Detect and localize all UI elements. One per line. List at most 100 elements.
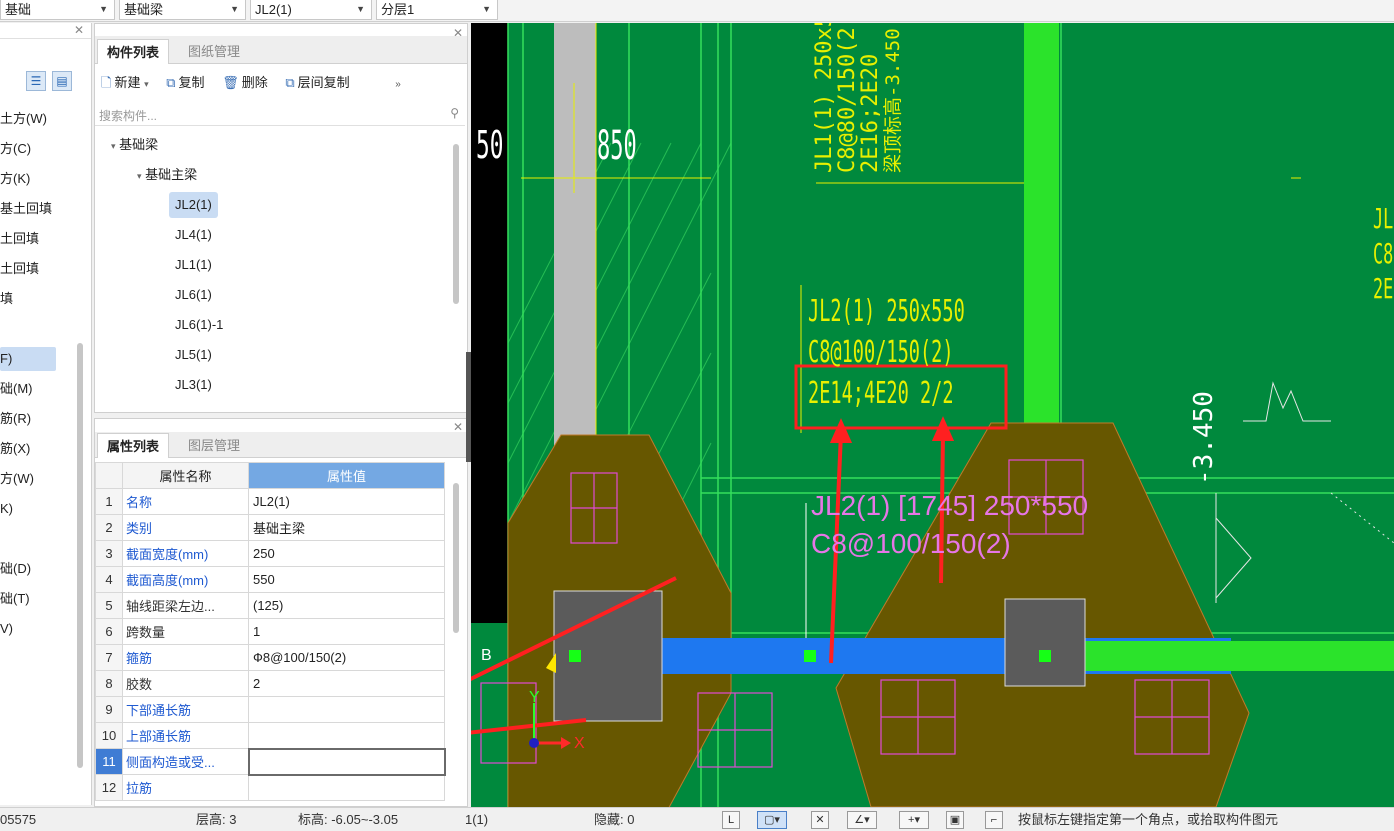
new-button[interactable]: 🗋 新建 ▾ <box>101 70 149 97</box>
property-value[interactable] <box>248 696 445 723</box>
property-name: 箍筋 <box>122 644 249 671</box>
table-row[interactable]: 1 名称 JL2(1) <box>95 488 445 515</box>
display-icon[interactable]: ▣ <box>946 811 964 829</box>
tree-scrollbar[interactable] <box>453 144 459 304</box>
table-row[interactable]: 10 上部通长筋 <box>95 722 445 749</box>
copy-button[interactable]: ⧉ 复制 <box>166 70 204 96</box>
delete-button[interactable]: 🗑 删除 <box>222 70 268 96</box>
dynamic-input-icon[interactable]: ⌐ <box>985 811 1003 829</box>
property-value[interactable]: Ф8@100/150(2) <box>248 644 445 671</box>
coordinate-readout: 05575 <box>0 812 37 827</box>
track-icon[interactable]: +▾ <box>899 811 929 829</box>
tree-item-jl3[interactable]: JL3(1) <box>175 372 212 398</box>
property-value[interactable]: 250 <box>248 540 445 567</box>
column-right[interactable] <box>1004 598 1086 687</box>
nav-item[interactable]: 方(W) <box>0 467 34 491</box>
table-row[interactable]: 8 胶数 2 <box>95 670 445 697</box>
floor-copy-button[interactable]: ⧉ 层间复制 <box>285 70 349 96</box>
nav-item-selected[interactable]: F) <box>0 347 56 371</box>
cross-select-icon[interactable]: ✕ <box>811 811 829 829</box>
detail-view-icon[interactable]: ▤ <box>52 71 72 91</box>
tree-item-jl2[interactable]: JL2(1) <box>169 192 218 218</box>
property-name: 侧面构造或受... <box>122 748 249 775</box>
select-mode-icon[interactable]: ▢▾ <box>757 811 787 829</box>
property-name-header: 属性名称 <box>122 462 249 489</box>
nav-item[interactable]: 基土回填 <box>0 197 52 221</box>
row-number: 7 <box>95 644 123 671</box>
label-line: JL1(1) 250x5 <box>812 23 837 173</box>
nav-item[interactable]: 础(T) <box>0 587 30 611</box>
nav-item[interactable]: 填 <box>0 287 13 311</box>
search-input[interactable]: 搜索构件... ⚲ <box>95 104 465 126</box>
table-row[interactable]: 5 轴线距梁左边... (125) <box>95 592 445 619</box>
row-number: 5 <box>95 592 123 619</box>
tree-item-jl4[interactable]: JL4(1) <box>175 222 212 248</box>
label-line: 梁顶标高-3.450 <box>882 28 904 173</box>
table-row[interactable]: 9 下部通长筋 <box>95 696 445 723</box>
tab-layer-management[interactable]: 图层管理 <box>179 433 249 458</box>
property-value[interactable]: JL2(1) <box>248 488 445 515</box>
tab-drawing-management[interactable]: 图纸管理 <box>179 39 249 64</box>
tree-node-group[interactable]: ▾ 基础主梁 <box>137 162 197 188</box>
new-label: 新建 <box>114 75 141 90</box>
beam-label-right: JL C8 2E <box>1373 201 1393 306</box>
dim-text-850: 850 <box>597 123 637 169</box>
property-value-editor[interactable] <box>247 747 446 776</box>
nav-item[interactable]: 土回填 <box>0 227 39 251</box>
component-tabs: 构件列表 图纸管理 <box>95 36 467 64</box>
tab-property-list[interactable]: 属性列表 <box>97 433 170 458</box>
table-row[interactable]: 3 截面宽度(mm) 250 <box>95 540 445 567</box>
nav-item[interactable]: 础(M) <box>0 377 33 401</box>
property-value[interactable]: 基础主梁 <box>248 514 445 541</box>
tab-component-list[interactable]: 构件列表 <box>97 39 170 64</box>
beam-label-jl2: JL2(1) 250x550 C8@100/150(2) 2E14;4E20 2… <box>808 291 965 414</box>
table-row[interactable]: 4 截面高度(mm) 550 <box>95 566 445 593</box>
table-row[interactable]: 2 类别 基础主梁 <box>95 514 445 541</box>
nav-item[interactable]: V) <box>0 617 13 641</box>
row-number: 1 <box>95 488 123 515</box>
property-value[interactable]: 1 <box>248 618 445 645</box>
close-icon[interactable]: ✕ <box>74 23 84 37</box>
hidden-count: 隐藏: 0 <box>594 812 635 827</box>
component-toolbar: 🗋 新建 ▾ ⧉ 复制 🗑 删除 ⧉ 层间复制 » <box>101 70 415 96</box>
nav-scrollbar[interactable] <box>77 343 83 768</box>
floor-height: 层高: 3 <box>196 812 237 827</box>
category-combo[interactable]: 基础梁 ▼ <box>119 0 246 20</box>
property-name: 类别 <box>122 514 249 541</box>
nav-item[interactable]: 筋(X) <box>0 437 30 461</box>
snap-icon[interactable]: ∠▾ <box>847 811 877 829</box>
floor-type-combo[interactable]: 基础 ▼ <box>0 0 115 20</box>
property-scrollbar[interactable] <box>453 483 459 633</box>
property-value[interactable]: (125) <box>248 592 445 619</box>
table-row-selected[interactable]: 11 侧面构造或受... <box>95 747 446 776</box>
property-value[interactable]: 2 <box>248 670 445 697</box>
table-row[interactable]: 6 跨数量 1 <box>95 618 445 645</box>
nav-item[interactable]: 础(D) <box>0 557 31 581</box>
nav-item[interactable]: 土回填 <box>0 257 39 281</box>
collapse-icon: ▾ <box>111 141 116 151</box>
tree-item-jl6-1[interactable]: JL6(1)-1 <box>175 312 223 338</box>
tree-item-jl5[interactable]: JL5(1) <box>175 342 212 368</box>
more-icon[interactable]: » <box>395 72 401 98</box>
tree-item-jl1[interactable]: JL1(1) <box>175 252 212 278</box>
tree-item-jl6[interactable]: JL6(1) <box>175 282 212 308</box>
search-icon[interactable]: ⚲ <box>450 106 459 120</box>
list-view-icon[interactable]: ☰ <box>26 71 46 91</box>
drawing-canvas[interactable]: 50 850 JL1(1) 250x5 C8@80/150(2 2E16;2E2… <box>471 23 1394 807</box>
nav-item[interactable]: 方(C) <box>0 137 31 161</box>
tree-node-root[interactable]: ▾ 基础梁 <box>111 132 158 158</box>
layer-combo[interactable]: 分层1 ▼ <box>376 0 498 20</box>
property-value[interactable] <box>248 722 445 749</box>
nav-item[interactable]: 筋(R) <box>0 407 31 431</box>
table-row[interactable]: 7 箍筋 Ф8@100/150(2) <box>95 644 445 671</box>
property-value[interactable]: 550 <box>248 566 445 593</box>
chevron-down-icon: ▼ <box>482 4 491 14</box>
nav-item[interactable]: K) <box>0 497 13 521</box>
ortho-icon[interactable]: L <box>722 811 740 829</box>
table-row[interactable]: 12 拉筋 <box>95 774 445 801</box>
combo-value: 基础梁 <box>124 2 164 17</box>
nav-item[interactable]: 土方(W) <box>0 107 47 131</box>
component-combo[interactable]: JL2(1) ▼ <box>250 0 372 20</box>
nav-item[interactable]: 方(K) <box>0 167 30 191</box>
property-value[interactable] <box>248 774 445 801</box>
